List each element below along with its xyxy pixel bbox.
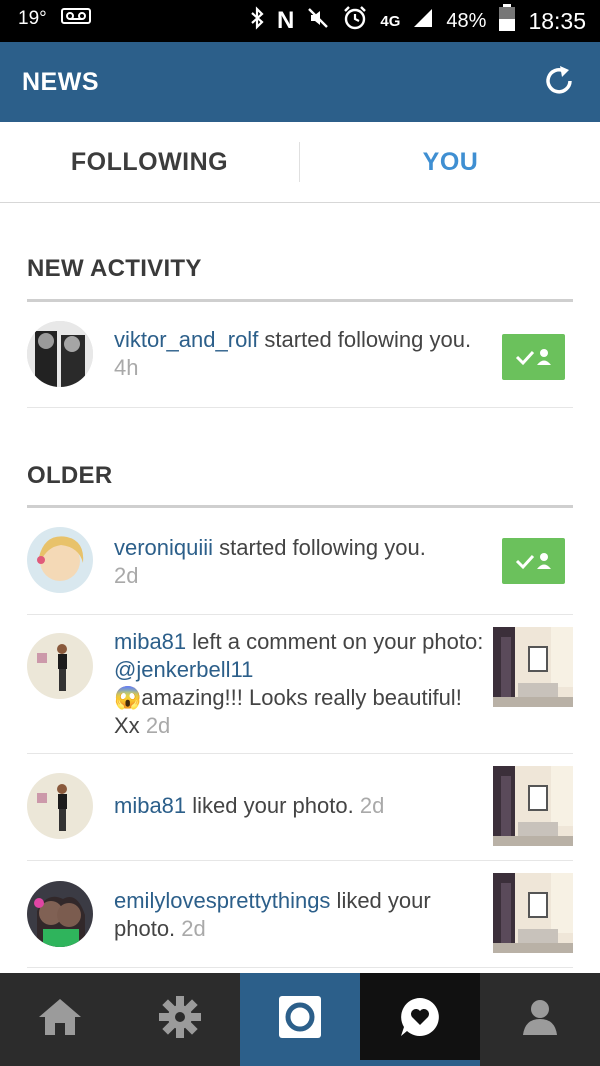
section-new-activity: NEW ACTIVITY	[27, 255, 573, 302]
bottom-nav	[0, 973, 600, 1066]
clock: 18:35	[528, 7, 586, 34]
section-divider	[27, 299, 573, 302]
activity-text: veroniquiii started following you. 2d	[114, 534, 484, 590]
bluetooth-icon	[249, 6, 265, 36]
emoji: 😱	[114, 685, 142, 710]
timestamp: 4h	[114, 355, 139, 380]
tab-following[interactable]: FOLLOWING	[0, 122, 299, 202]
section-divider	[27, 505, 573, 508]
nav-news[interactable]	[360, 973, 480, 1066]
username-link[interactable]: veroniquiii	[114, 535, 213, 560]
nav-explore[interactable]	[120, 973, 240, 1066]
app-header: NEWS	[0, 42, 600, 122]
tab-divider	[299, 142, 300, 182]
follow-back-button[interactable]	[502, 538, 565, 584]
nav-camera[interactable]	[240, 973, 360, 1066]
voicemail-icon	[60, 8, 91, 30]
mute-icon	[306, 6, 330, 36]
list-item[interactable]: emilylovesprettythings liked your photo.…	[27, 861, 573, 968]
explore-icon	[157, 994, 203, 1045]
photo-thumbnail[interactable]	[493, 627, 573, 707]
timestamp: 2d	[114, 563, 139, 588]
news-icon	[398, 995, 442, 1044]
list-item[interactable]: miba81 left a comment on your photo: @je…	[27, 615, 573, 754]
list-item[interactable]: viktor_and_rolf started following you. 4…	[27, 316, 573, 408]
avatar[interactable]	[27, 321, 93, 387]
section-older: OLDER	[27, 462, 573, 508]
tab-you[interactable]: YOU	[301, 122, 600, 202]
list-item[interactable]: miba81 liked your photo. 2d	[27, 754, 573, 861]
refresh-icon[interactable]	[540, 62, 578, 100]
section-title: NEW ACTIVITY	[27, 255, 202, 282]
username-link[interactable]: miba81	[114, 629, 186, 654]
page-title: NEWS	[22, 68, 99, 96]
activity-text: emilylovesprettythings liked your photo.…	[114, 887, 484, 943]
photo-thumbnail[interactable]	[493, 766, 573, 846]
activity-message: started following you.	[258, 327, 472, 352]
camera-icon	[278, 995, 322, 1044]
timestamp: 2d	[181, 916, 206, 941]
activity-feed[interactable]: NEW ACTIVITY viktor_and_rolf started fol…	[0, 203, 600, 973]
activity-message: left a comment on your photo:	[186, 629, 484, 654]
timestamp: 2d	[359, 793, 385, 818]
battery-percent: 48%	[446, 9, 487, 32]
home-icon	[37, 997, 83, 1042]
avatar[interactable]	[27, 773, 93, 839]
follow-back-button[interactable]	[502, 334, 565, 380]
active-tab-indicator	[360, 1060, 480, 1066]
photo-thumbnail[interactable]	[493, 873, 573, 953]
profile-icon	[520, 997, 560, 1042]
avatar[interactable]	[27, 633, 93, 699]
avatar[interactable]	[27, 881, 93, 947]
nav-profile[interactable]	[480, 973, 600, 1066]
nfc-icon: N	[277, 7, 295, 34]
activity-message: liked your photo.	[186, 793, 354, 818]
mention-link[interactable]: @jenkerbell11	[114, 657, 253, 682]
username-link[interactable]: emilylovesprettythings	[114, 888, 330, 913]
signal-icon	[412, 7, 434, 35]
activity-text: miba81 liked your photo. 2d	[114, 792, 484, 820]
username-link[interactable]: miba81	[114, 793, 186, 818]
avatar[interactable]	[27, 527, 93, 593]
timestamp: 2d	[145, 713, 171, 738]
list-item[interactable]: veroniquiii started following you. 2d	[27, 521, 573, 615]
status-bar: 19° N 4G 48% 18:35	[0, 0, 600, 42]
username-link[interactable]: viktor_and_rolf	[114, 327, 258, 352]
activity-text: miba81 left a comment on your photo: @je…	[114, 628, 484, 740]
network-type: 4G	[380, 12, 401, 30]
tab-bar: FOLLOWING YOU	[0, 122, 600, 203]
activity-text: viktor_and_rolf started following you. 4…	[114, 326, 484, 382]
alarm-icon	[342, 5, 368, 37]
nav-home[interactable]	[0, 973, 120, 1066]
temperature: 19°	[18, 8, 47, 29]
section-title: OLDER	[27, 462, 113, 489]
battery-icon	[498, 4, 516, 38]
activity-message: started following you.	[213, 535, 426, 560]
